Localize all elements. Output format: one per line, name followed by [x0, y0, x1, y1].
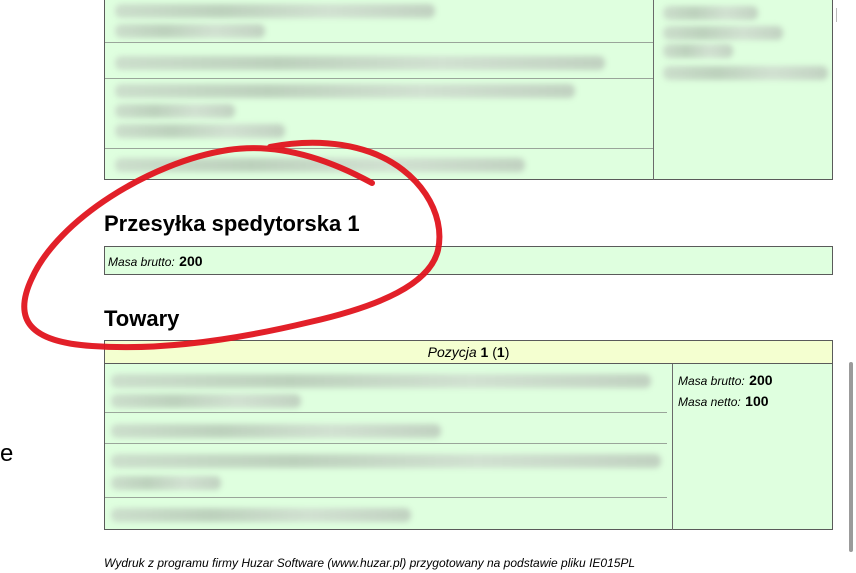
redacted-text	[111, 454, 661, 468]
redacted-text	[663, 26, 783, 40]
redacted-text	[111, 476, 221, 490]
redacted-text	[663, 6, 758, 20]
position-header: Pozycja 1 (1)	[104, 340, 833, 364]
footer-note: Wydruk z programu firmy Huzar Software (…	[104, 556, 636, 570]
redacted-text	[115, 124, 285, 138]
redacted-text	[115, 158, 525, 172]
position-label: Pozycja	[427, 344, 477, 360]
top-panel-divider	[653, 0, 654, 180]
position-number: 1	[480, 344, 489, 360]
partial-glyph: e	[0, 440, 14, 467]
position-gross: Masa brutto: 200	[678, 372, 773, 390]
position-divider	[672, 364, 673, 530]
position-net-value: 100	[745, 393, 769, 409]
consignment-panel: Masa brutto: 200	[104, 246, 833, 275]
position-net: Masa netto: 100	[678, 393, 769, 411]
position-gross-value: 200	[749, 372, 773, 388]
redacted-text	[115, 84, 575, 98]
right-border-line	[836, 8, 837, 22]
redacted-text	[663, 44, 733, 58]
position-count: 1	[496, 344, 505, 360]
redacted-text	[115, 24, 265, 38]
consignment-title: Przesyłka spedytorska 1	[104, 211, 360, 236]
redacted-text	[115, 4, 435, 18]
redacted-text	[115, 56, 605, 70]
position-gross-label: Masa brutto:	[678, 374, 745, 388]
consignment-gross-label: Masa brutto:	[108, 255, 175, 269]
redacted-text	[111, 394, 301, 408]
redacted-text	[111, 424, 441, 438]
top-info-panel	[104, 0, 833, 180]
goods-title: Towary	[104, 306, 180, 331]
redacted-text	[111, 374, 651, 388]
consignment-gross-value: 200	[179, 253, 203, 269]
vertical-scrollbar[interactable]	[849, 362, 853, 552]
position-net-label: Masa netto:	[678, 395, 741, 409]
redacted-text	[115, 104, 235, 118]
position-body: Masa brutto: 200 Masa netto: 100	[104, 363, 833, 530]
redacted-text	[663, 66, 828, 80]
redacted-text	[111, 508, 411, 522]
